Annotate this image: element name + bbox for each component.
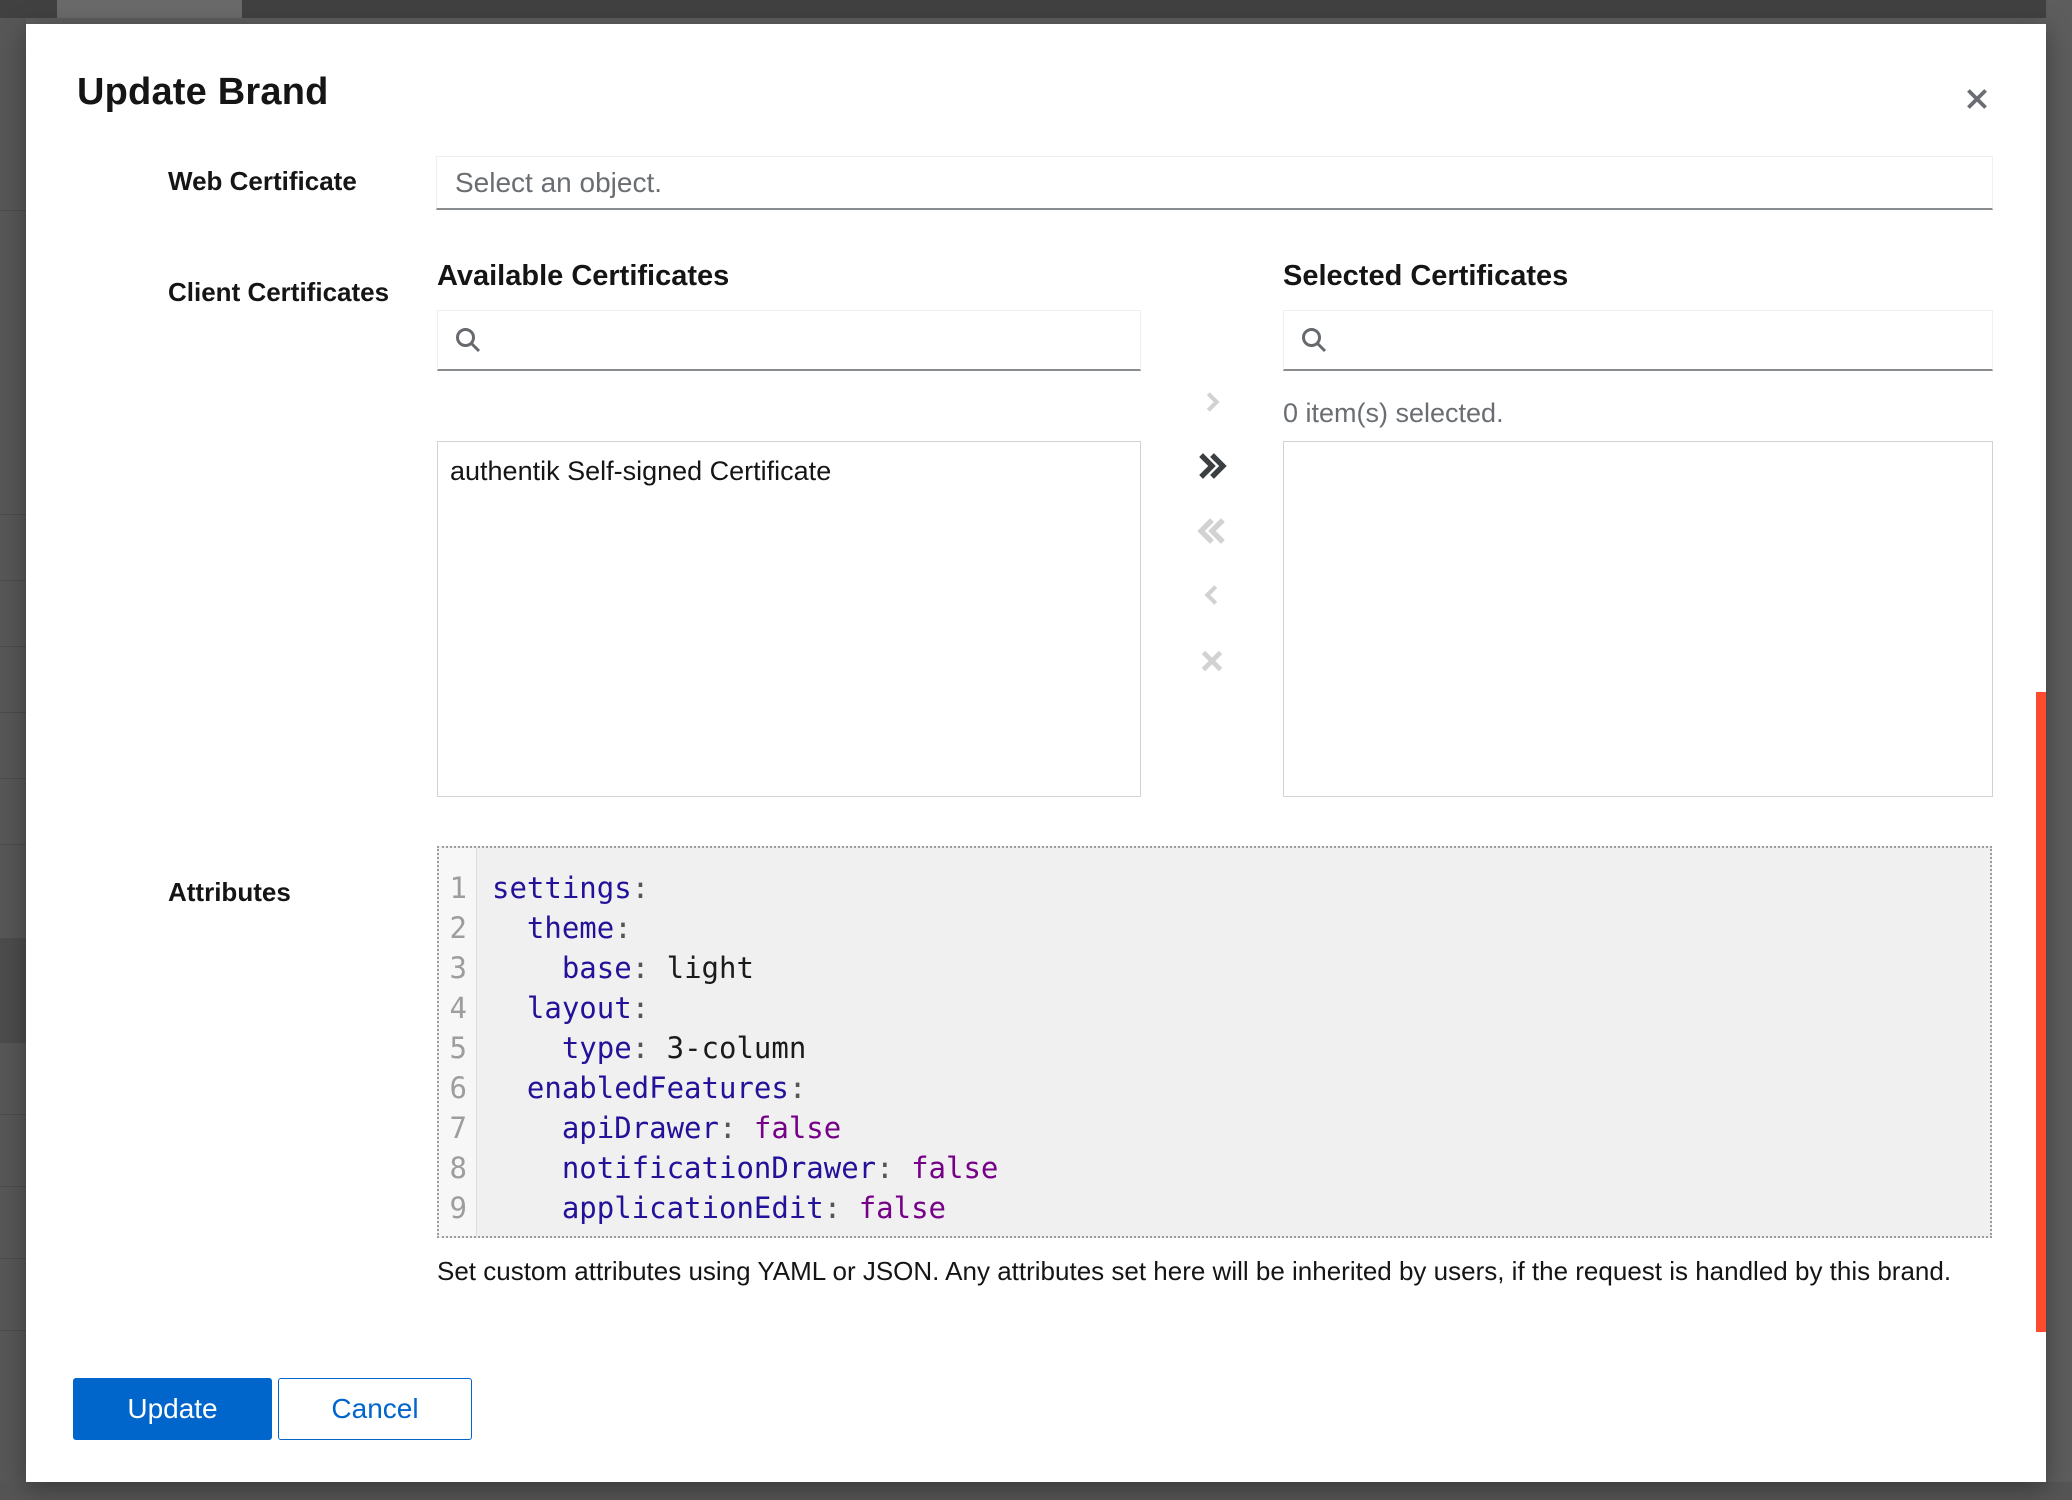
code-line[interactable]: applicationEdit: false <box>492 1188 1990 1228</box>
available-search <box>437 310 1141 371</box>
close-button[interactable] <box>1953 75 2001 123</box>
backdrop-bottom-edge <box>0 1482 2072 1500</box>
code-line[interactable]: enabledFeatures: <box>492 1068 1990 1108</box>
angle-left-icon <box>1199 582 1225 608</box>
line-number: 1 <box>439 868 476 908</box>
selected-list[interactable] <box>1283 441 1993 797</box>
list-item[interactable]: authentik Self-signed Certificate <box>438 442 1140 501</box>
code-line[interactable]: settings: <box>492 868 1990 908</box>
search-icon <box>452 324 484 356</box>
backdrop-sidebar-edge <box>0 18 26 1500</box>
code-line[interactable]: base: light <box>492 948 1990 988</box>
code-line[interactable]: layout: <box>492 988 1990 1028</box>
line-number: 4 <box>439 988 476 1028</box>
available-search-input[interactable] <box>496 324 1126 356</box>
selected-search <box>1283 310 1993 371</box>
attributes-help-text: Set custom attributes using YAML or JSON… <box>437 1256 1987 1287</box>
selected-count-status: 0 item(s) selected. <box>1283 398 1504 429</box>
code-line[interactable]: theme: <box>492 908 1990 948</box>
available-certificates-heading: Available Certificates <box>437 260 729 293</box>
line-number: 7 <box>439 1108 476 1148</box>
backdrop-header-block <box>57 0 242 18</box>
selected-certificates-heading: Selected Certificates <box>1283 260 1568 293</box>
remove-all-button[interactable] <box>1184 509 1240 553</box>
update-brand-modal: Update Brand Web Certificate Client Cert… <box>26 24 2046 1482</box>
code-gutter: 123456789 <box>439 848 477 1236</box>
close-icon <box>1962 84 1992 114</box>
angle-double-left-icon <box>1195 514 1229 548</box>
search-icon <box>1298 324 1330 356</box>
clear-selection-button[interactable] <box>1184 639 1240 683</box>
page-title: Update Brand <box>77 71 329 114</box>
code-line[interactable]: notificationDrawer: false <box>492 1148 1990 1188</box>
add-all-button[interactable] <box>1184 444 1240 488</box>
line-number: 3 <box>439 948 476 988</box>
times-icon <box>1197 646 1227 676</box>
selected-search-input[interactable] <box>1342 324 1978 356</box>
attributes-label: Attributes <box>168 877 291 908</box>
code-content[interactable]: settings: theme: base: light layout: typ… <box>477 848 1990 1236</box>
web-certificate-label: Web Certificate <box>168 166 357 197</box>
remove-selected-button[interactable] <box>1184 573 1240 617</box>
angle-double-right-icon <box>1195 449 1229 483</box>
client-certificates-label: Client Certificates <box>168 277 389 308</box>
add-selected-button[interactable] <box>1184 380 1240 424</box>
cancel-button[interactable]: Cancel <box>278 1378 472 1440</box>
code-line[interactable]: apiDrawer: false <box>492 1108 1990 1148</box>
line-number: 2 <box>439 908 476 948</box>
angle-right-icon <box>1199 389 1225 415</box>
code-line[interactable]: type: 3-column <box>492 1028 1990 1068</box>
backdrop-right-edge <box>2046 0 2072 1500</box>
update-button[interactable]: Update <box>73 1378 272 1440</box>
attributes-code-editor[interactable]: 123456789 settings: theme: base: light l… <box>437 846 1992 1238</box>
line-number: 8 <box>439 1148 476 1188</box>
line-number: 6 <box>439 1068 476 1108</box>
line-number: 9 <box>439 1188 476 1228</box>
modal-scrollbar-thumb[interactable] <box>2036 692 2046 1332</box>
backdrop-top-bar <box>0 0 2072 18</box>
web-certificate-select[interactable] <box>436 156 1993 210</box>
line-number: 5 <box>439 1028 476 1068</box>
available-list[interactable]: authentik Self-signed Certificate <box>437 441 1141 797</box>
